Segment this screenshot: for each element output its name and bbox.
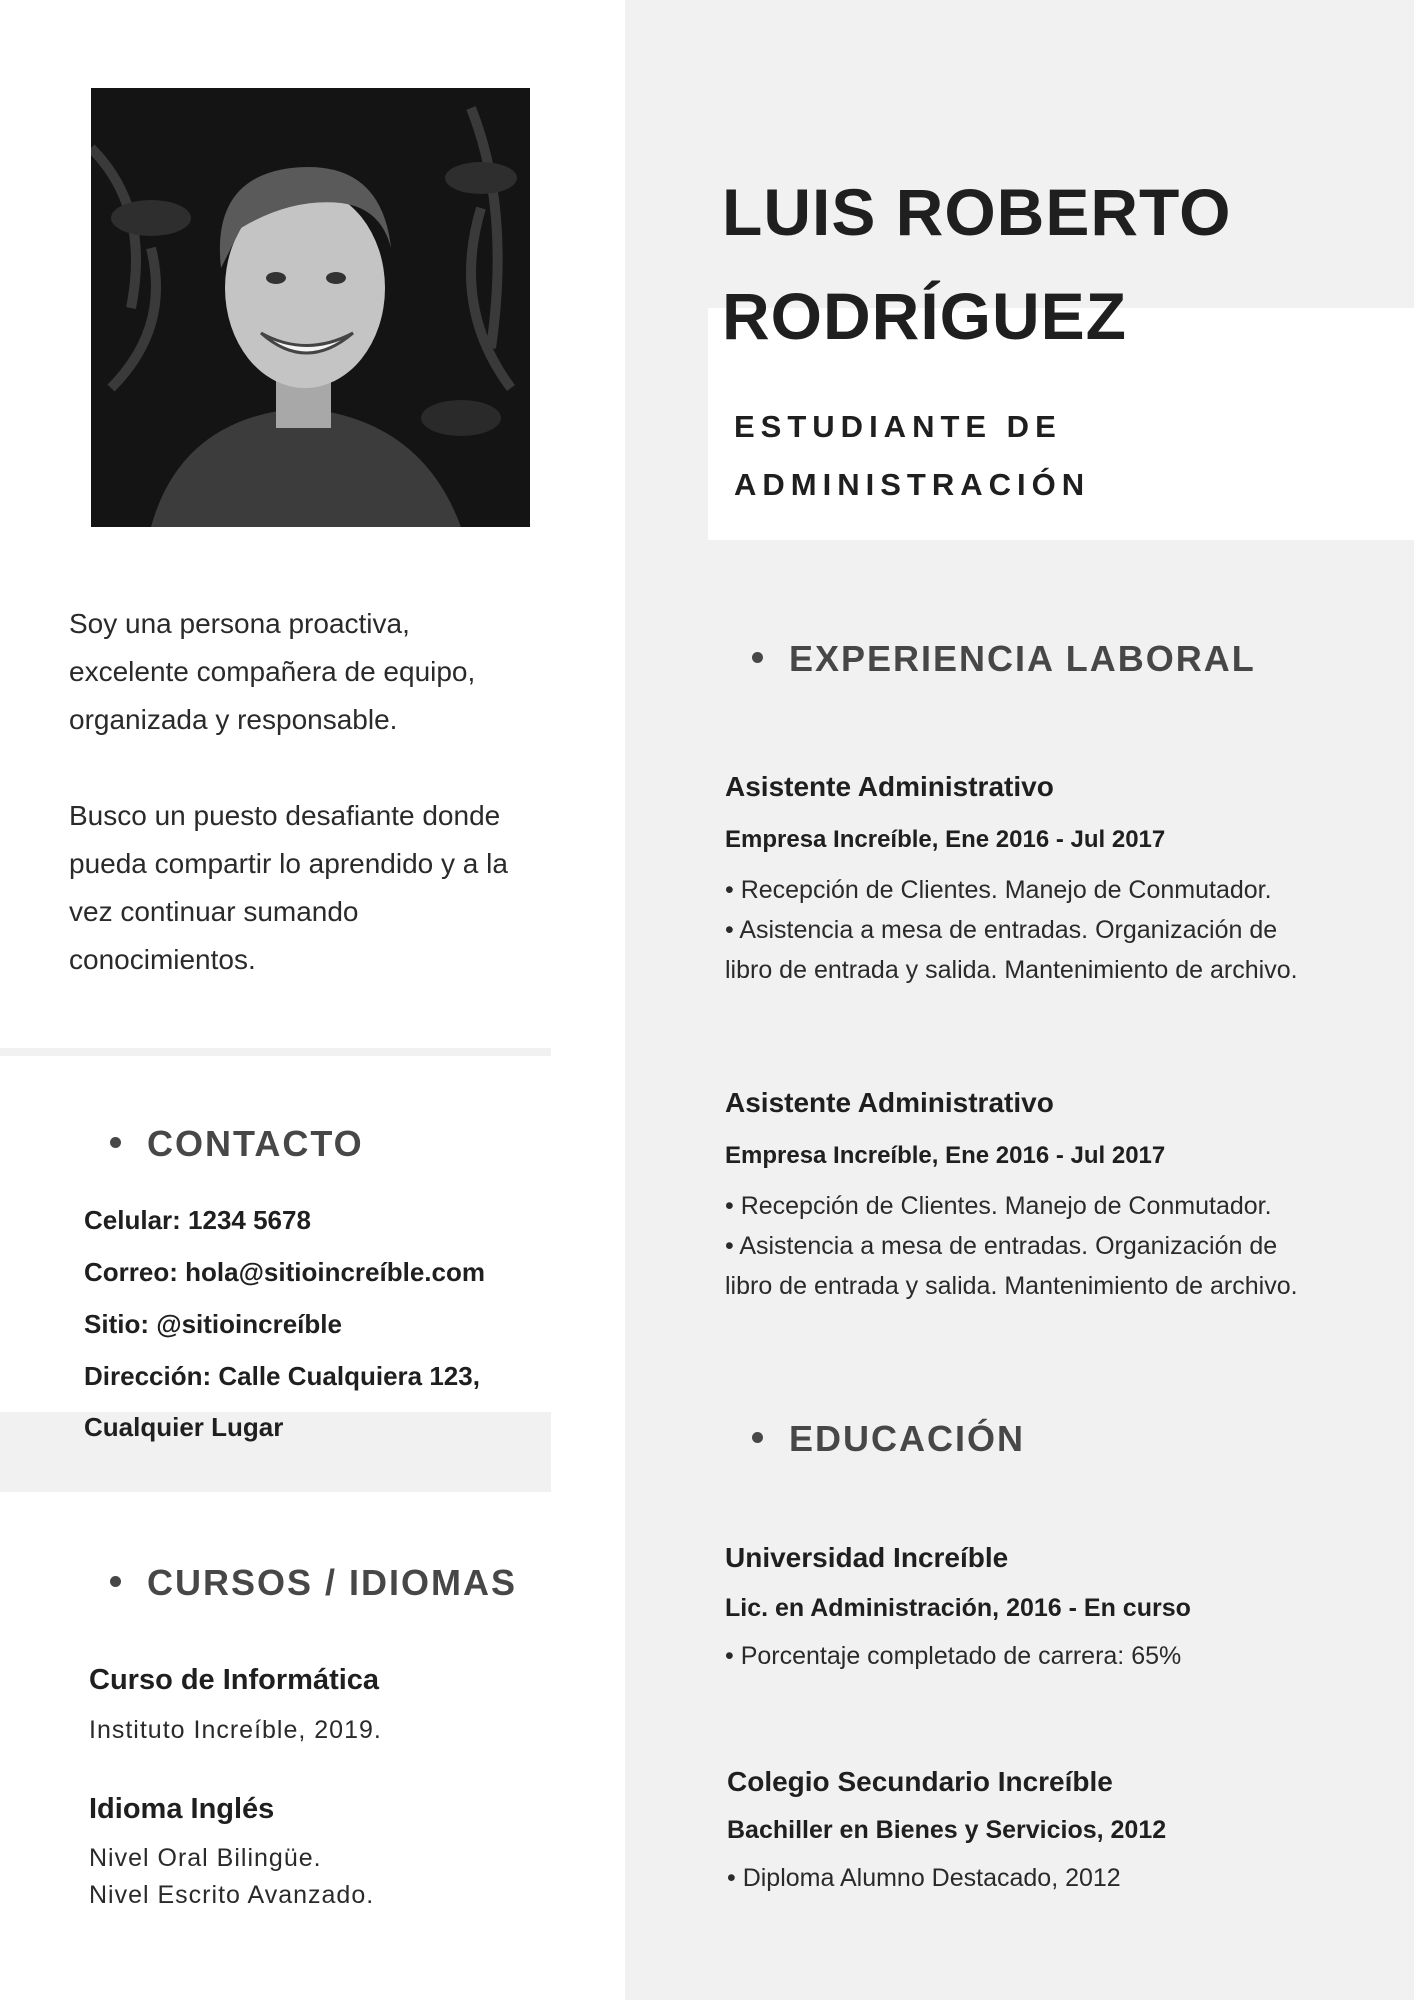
education-heading: EDUCACIÓN [752, 1418, 1025, 1460]
contact-heading: CONTACTO [110, 1123, 364, 1165]
contact-address-2: Cualquier Lugar [84, 1412, 284, 1442]
job-title: Asistente Administrativo [725, 1087, 1054, 1118]
bullet-icon [752, 651, 763, 663]
education-degree: Bachiller en Bienes y Servicios, 2012 [727, 1816, 1167, 1844]
person-name: LUIS ROBERTO RODRÍGUEZ [722, 175, 1232, 353]
education-institution: Colegio Secundario Increíble [727, 1766, 1113, 1797]
education-detail: • Porcentaje completado de carrera: 65% [725, 1642, 1182, 1670]
bullet-icon [110, 1136, 121, 1148]
job-description: • Recepción de Clientes. Manejo de Conmu… [725, 1192, 1298, 1300]
education-institution: Universidad Increíble [725, 1542, 1009, 1573]
experience-heading: EXPERIENCIA LABORAL [752, 638, 1256, 680]
language-title: Idioma Inglés [89, 1793, 275, 1825]
contact-phone: Celular: 1234 5678 [84, 1205, 311, 1235]
language-description: Nivel Oral Bilingüe. Nivel Escrito Avanz… [89, 1844, 375, 1909]
education-degree: Lic. en Administración, 2016 - En curso [725, 1594, 1191, 1622]
courses-heading: CURSOS / IDIOMAS [110, 1562, 517, 1604]
divider-band [0, 1048, 551, 1056]
bullet-icon [110, 1575, 121, 1587]
contact-email: Correo: hola@sitioincreíble.com [84, 1257, 485, 1287]
job-company: Empresa Increíble, Ene 2016 - Jul 2017 [725, 826, 1166, 853]
about-paragraph-1: Soy una persona proactiva, excelente com… [69, 608, 476, 735]
profile-photo [91, 88, 530, 527]
course-description: Instituto Increíble, 2019. [89, 1716, 382, 1744]
person-role: ESTUDIANTE DE ADMINISTRACIÓN [734, 409, 1091, 502]
about-paragraph-2: Busco un puesto desafiante donde pueda c… [69, 800, 508, 975]
bullet-icon [752, 1431, 763, 1443]
job-description: • Recepción de Clientes. Manejo de Conmu… [725, 876, 1298, 984]
contact-address: Dirección: Calle Cualquiera 123, [84, 1361, 480, 1391]
job-company: Empresa Increíble, Ene 2016 - Jul 2017 [725, 1142, 1166, 1169]
job-title: Asistente Administrativo [725, 771, 1054, 802]
contact-site: Sitio: @sitioincreíble [84, 1309, 342, 1339]
course-title: Curso de Informática [89, 1664, 380, 1696]
education-detail: • Diploma Alumno Destacado, 2012 [727, 1864, 1121, 1892]
